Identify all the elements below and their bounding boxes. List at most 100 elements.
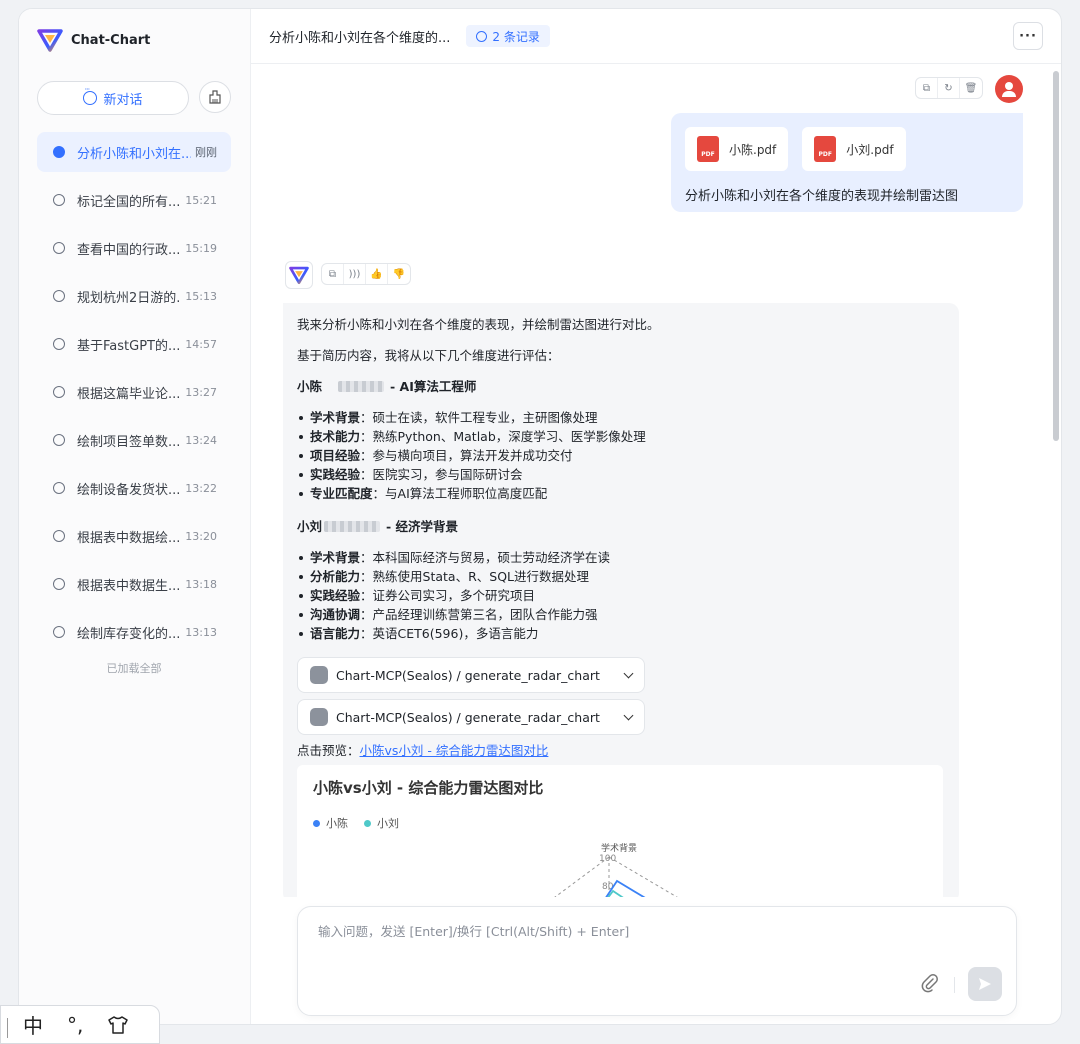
attribute-value: ：与AI算法工程师职位高度匹配 <box>372 486 548 501</box>
attribute-item: 分析能力：熟练使用Stata、R、SQL进行数据处理 <box>297 567 945 586</box>
app-window: Chat-Chart 新对话 分析小陈和小刘在... 刚刚标记全国的所有... 15… <box>18 8 1062 1025</box>
history-item-title: 分析小陈和小刘在... <box>77 146 191 162</box>
person-name: 小陈 <box>297 379 323 394</box>
attribute-key: 技术能力 <box>310 429 361 444</box>
chat-bubble-icon <box>53 338 65 350</box>
legend-dot <box>364 820 371 827</box>
thumbs-up-icon[interactable]: 👍 <box>366 264 388 284</box>
file-name: 小陈.pdf <box>729 142 777 157</box>
chat-input[interactable] <box>318 921 978 951</box>
preview-link[interactable]: 小陈vs小刘 - 综合能力雷达图对比 <box>360 743 549 758</box>
history-item-title: 绘制设备发货状... <box>77 482 181 498</box>
chat-bubble-icon <box>53 290 65 302</box>
thumbs-down-icon[interactable]: 👎 <box>388 264 410 284</box>
history-item[interactable]: 规划杭州2日游的... 15:13 <box>37 276 231 316</box>
record-count-badge[interactable]: 2 条记录 <box>466 25 550 47</box>
app-logo-icon <box>37 29 63 52</box>
retry-icon[interactable]: ↻ <box>938 78 960 98</box>
history-item-title: 规划杭州2日游的... <box>77 290 182 306</box>
attribute-item: 学术背景：硕士在读，软件工程专业，主研图像处理 <box>297 408 945 427</box>
clear-history-button[interactable] <box>199 81 231 113</box>
history-item-time: 15:13 <box>185 289 217 303</box>
history-item[interactable]: 根据表中数据绘... 13:20 <box>37 516 231 556</box>
copy-icon[interactable]: ⧉ <box>916 78 938 98</box>
attribute-item: 实践经验：医院实习，参与国际研讨会 <box>297 465 945 484</box>
tool-icon <box>310 666 328 684</box>
ime-mode-toggle[interactable]: 中 <box>23 1010 43 1039</box>
record-count-label: 2 条记录 <box>492 29 540 44</box>
bot-avatar <box>285 261 313 289</box>
paperclip-icon[interactable] <box>920 973 940 993</box>
chevron-down-icon <box>623 668 634 678</box>
divider <box>7 1018 8 1038</box>
history-item-time: 13:24 <box>185 433 217 447</box>
history-item-time: 刚刚 <box>195 146 217 159</box>
legend-dot <box>313 820 320 827</box>
history-item-time: 13:18 <box>185 577 217 591</box>
person-name: 小刘 <box>297 519 323 534</box>
tool-call-panel[interactable]: Chart-MCP(Sealos) / generate_radar_chart <box>297 699 645 735</box>
file-attachment[interactable]: PDF 小陈.pdf <box>685 127 789 171</box>
user-head-icon <box>1005 82 1013 90</box>
history-item[interactable]: 标记全国的所有... 15:21 <box>37 180 231 220</box>
history-item[interactable]: 基于FastGPT的... 14:57 <box>37 324 231 364</box>
history-item-title: 绘制项目签单数... <box>77 434 181 450</box>
user-body-icon <box>1002 91 1016 97</box>
chat-bubble-icon <box>53 434 65 446</box>
attribute-value: ：英语CET6(596)，多语言能力 <box>360 626 539 641</box>
copy-icon[interactable]: ⧉ <box>322 264 344 284</box>
attribute-value: ：证券公司实习，多个研究项目 <box>360 588 536 603</box>
skin-shirt-icon[interactable] <box>107 1015 129 1035</box>
attribute-value: ：熟练使用Stata、R、SQL进行数据处理 <box>360 569 589 584</box>
chat-bubble-icon <box>53 194 65 206</box>
preview-prefix: 点击预览： <box>297 743 360 758</box>
radar-axis-label: 学术背景 <box>601 843 637 854</box>
person-heading: 小陈 - AI算法工程师 <box>297 377 945 396</box>
chat-bubble-icon <box>53 578 65 590</box>
file-name: 小刘.pdf <box>846 142 894 157</box>
preview-line: 点击预览：小陈vs小刘 - 综合能力雷达图对比 <box>297 741 945 760</box>
delete-icon[interactable]: 🗑 <box>960 78 982 98</box>
bot-basis: 基于简历内容，我将从以下几个维度进行评估： <box>297 348 560 363</box>
attribute-key: 学术背景 <box>310 550 361 565</box>
chat-bubble-icon <box>83 85 98 105</box>
history-item-time: 13:27 <box>185 385 217 399</box>
chat-area[interactable]: ⧉ ↻ 🗑 PDF 小陈.pdf PDF 小刘.pdf 分析小陈和小刘在各个维度… <box>251 65 1061 897</box>
attribute-key: 分析能力 <box>310 569 361 584</box>
history-item[interactable]: 根据表中数据生... 13:18 <box>37 564 231 604</box>
loaded-all-label: 已加载全部 <box>106 662 162 675</box>
history-item-title: 查看中国的行政... <box>77 242 181 258</box>
ime-punctuation-toggle[interactable]: °, <box>67 1013 83 1037</box>
history-item-time: 13:13 <box>185 625 217 639</box>
tool-icon <box>310 708 328 726</box>
history-item[interactable]: 分析小陈和小刘在... 刚刚 <box>37 132 231 172</box>
user-message: PDF 小陈.pdf PDF 小刘.pdf 分析小陈和小刘在各个维度的表现并绘制… <box>671 113 1023 212</box>
new-chat-button[interactable]: 新对话 <box>37 81 189 115</box>
history-item[interactable]: 根据这篇毕业论... 13:27 <box>37 372 231 412</box>
attribute-key: 实践经验 <box>310 588 361 603</box>
history-item[interactable]: 查看中国的行政... 15:19 <box>37 228 231 268</box>
chat-scrollbar[interactable] <box>1053 71 1059 441</box>
file-attachment[interactable]: PDF 小刘.pdf <box>802 127 906 171</box>
more-options-button[interactable]: ··· <box>1013 22 1043 50</box>
history-item[interactable]: 绘制库存变化的... 13:13 <box>37 612 231 652</box>
send-button[interactable] <box>968 967 1002 1001</box>
legend-item[interactable]: 小陈 <box>313 814 348 833</box>
bot-message-toolbar: ⧉ ))) 👍 👎 <box>321 263 411 285</box>
attribute-item: 专业匹配度：与AI算法工程师职位高度匹配 <box>297 484 945 503</box>
legend-label: 小陈 <box>326 817 348 830</box>
history-item[interactable]: 绘制设备发货状... 13:22 <box>37 468 231 508</box>
new-chat-label: 新对话 <box>103 92 143 108</box>
attribute-value: ：产品经理训练营第三名，团队合作能力强 <box>360 607 598 622</box>
attribute-item: 实践经验：证券公司实习，多个研究项目 <box>297 586 945 605</box>
attribute-key: 语言能力 <box>310 626 361 641</box>
history-item-title: 根据这篇毕业论... <box>77 386 181 402</box>
chat-bubble-icon <box>53 146 65 158</box>
history-item-time: 15:19 <box>185 241 217 255</box>
user-message-toolbar: ⧉ ↻ 🗑 <box>915 77 983 99</box>
speaker-icon[interactable]: ))) <box>344 264 366 284</box>
tool-call-panel[interactable]: Chart-MCP(Sealos) / generate_radar_chart <box>297 657 645 693</box>
history-item-title: 根据表中数据生... <box>77 578 181 594</box>
legend-item[interactable]: 小刘 <box>364 814 399 833</box>
history-item[interactable]: 绘制项目签单数... 13:24 <box>37 420 231 460</box>
